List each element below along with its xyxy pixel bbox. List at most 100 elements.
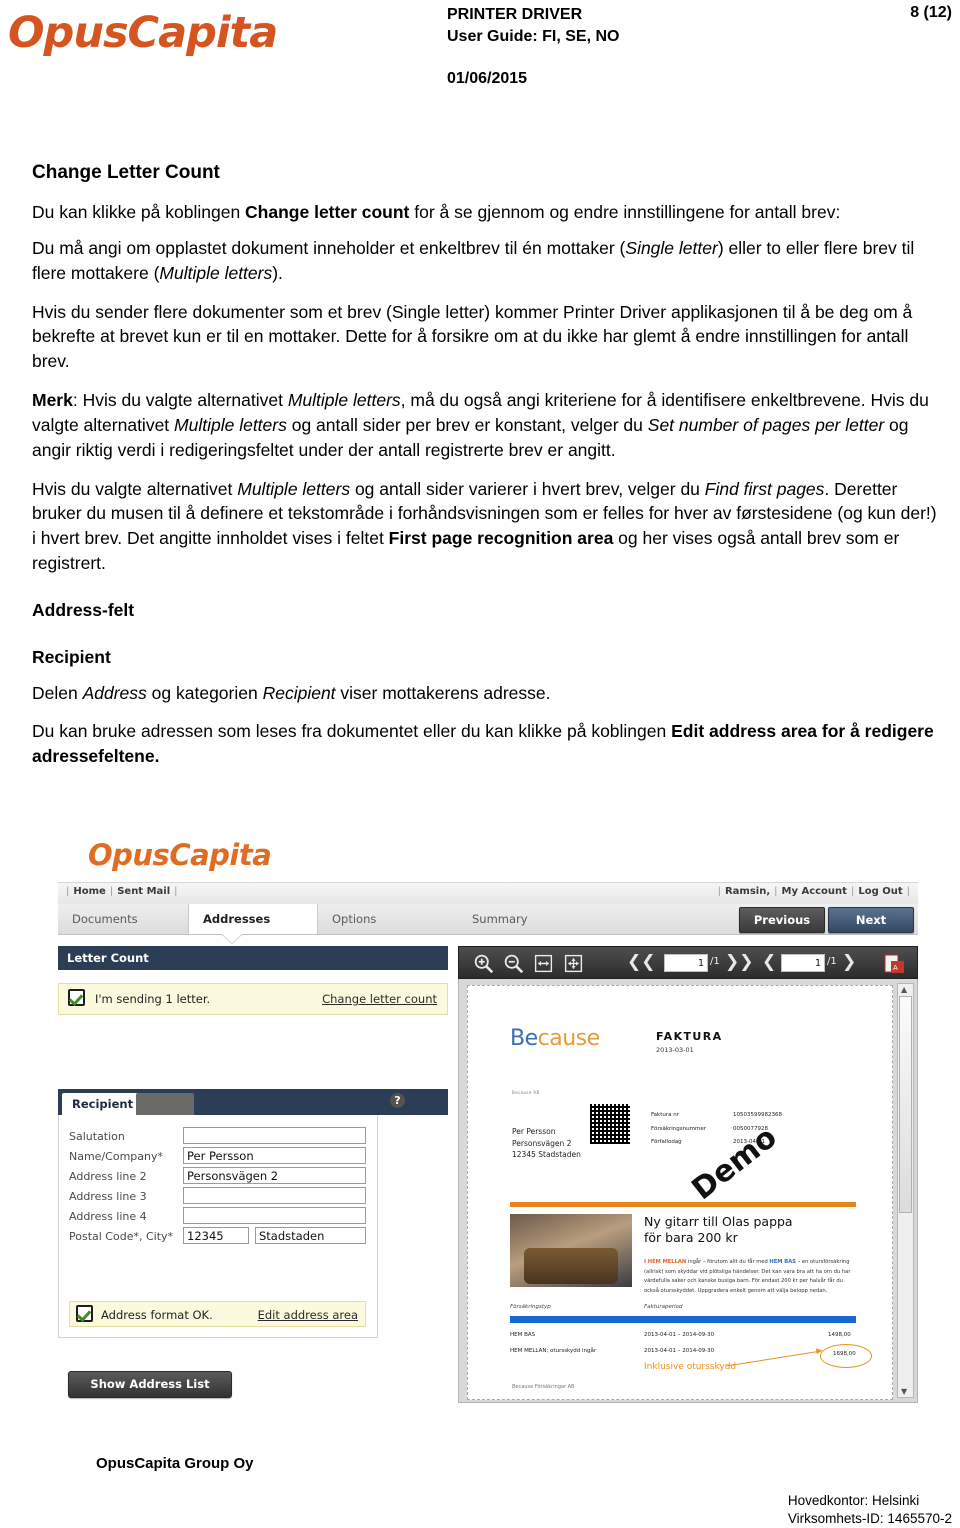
footer-contact-block: Hovedkontor: Helsinki Virksomhets-ID: 14… — [788, 1492, 952, 1528]
change-letter-count-link[interactable]: Change letter count — [322, 992, 437, 1006]
promo-photo — [510, 1214, 632, 1287]
p5-text-a: Hvis du valgte alternativet — [32, 478, 238, 499]
p6-text-c: og kategorien — [146, 682, 263, 703]
invoice-recipient-address: Per Persson Personsvägen 2 12345 Stadsta… — [512, 1126, 581, 1161]
show-address-list-button[interactable]: Show Address List — [68, 1371, 232, 1398]
preview-scrollbar[interactable]: ▲ ▼ — [897, 983, 914, 1398]
document-title: PRINTER DRIVER User Guide: FI, SE, NO — [447, 4, 619, 47]
form-row-name-company: Name/Company* Per Persson — [59, 1147, 377, 1166]
promo-highlight-hem-bas: HEM BAS — [769, 1259, 796, 1265]
invoice-footer-text: Because Försäkringar AB — [512, 1384, 575, 1390]
p6-italic-recipient: Recipient — [262, 682, 336, 703]
nav-sep: | — [717, 886, 721, 897]
letter-page-input[interactable]: 1 — [664, 954, 708, 972]
invoice-table-rule — [510, 1316, 856, 1323]
fit-width-icon[interactable] — [533, 953, 554, 974]
page-header: OpusCapita PRINTER DRIVER User Guide: FI… — [0, 0, 960, 140]
p7-text-a: Du kan bruke adressen som leses fra doku… — [32, 721, 672, 742]
p1-bold-link: Change letter count — [245, 201, 410, 222]
address-line-2-input[interactable]: Personsvägen 2 — [183, 1167, 366, 1184]
nav-log-out-link[interactable]: Log Out — [858, 886, 902, 897]
p1-text-a: Du kan klikke på koblingen — [32, 201, 246, 222]
paragraph-confirm: Hvis du sender flere dokumenter som et b… — [32, 301, 913, 372]
meta-key-forfallodag: Förfallodag — [651, 1139, 682, 1146]
p4-text-e: og antall sider per brev er konstant, ve… — [286, 414, 648, 435]
p2-italic-single: Single letter — [625, 237, 718, 258]
paragraph-find-first-pages: Hvis du valgte alternativet Multiple let… — [32, 477, 938, 576]
nav-my-account-link[interactable]: My Account — [782, 886, 847, 897]
edit-address-area-link[interactable]: Edit address area — [258, 1308, 358, 1322]
promo-headline: Ny gitarr till Olas pappa för bara 200 k… — [644, 1214, 793, 1245]
form-row-postal-city: Postal Code*, City* 12345 Stadstaden — [59, 1227, 377, 1246]
nav-sent-mail-link[interactable]: Sent Mail — [117, 886, 170, 897]
invoice-row2-period: 2013-04-01 – 2014-09-30 — [644, 1348, 715, 1354]
promo-body-a: ingår – förutom allt du får med — [686, 1259, 770, 1265]
tab-addresses[interactable]: Addresses — [188, 904, 318, 934]
address-line-3-input[interactable] — [183, 1187, 366, 1204]
previous-page-icon[interactable]: ❮ — [762, 954, 776, 971]
section-heading-change-letter-count: Change Letter Count — [32, 162, 220, 183]
footer-company-name: OpusCapita Group Oy — [96, 1455, 254, 1472]
zoom-out-icon[interactable] — [503, 953, 524, 974]
form-row-salutation: Salutation — [59, 1127, 377, 1146]
invoice-address-line-3: 12345 Stadstaden — [512, 1150, 581, 1160]
nav-sep: | — [774, 886, 778, 897]
name-company-input[interactable]: Per Persson — [183, 1147, 366, 1164]
pdf-export-icon[interactable]: A — [883, 952, 907, 976]
p6-text-e: viser mottakerens adresse. — [335, 682, 551, 703]
scroll-up-icon[interactable]: ▲ — [901, 985, 907, 994]
postal-code-input[interactable]: 12345 — [183, 1227, 249, 1244]
first-letter-icon[interactable]: ❮❮ — [627, 954, 656, 971]
address-format-status-text: Address format OK. — [101, 1308, 213, 1322]
nav-sep: | — [850, 886, 855, 897]
tab-secondary-blank[interactable] — [136, 1093, 194, 1115]
form-row-address-line-4: Address line 4 — [59, 1207, 377, 1226]
form-row-address-line-2: Address line 2 Personsvägen 2 — [59, 1167, 377, 1186]
table-row: Faktura nr 10503599982368 — [650, 1110, 783, 1122]
meta-key-forsakringsnummer: Försäkringsnummer — [651, 1125, 706, 1132]
footer-headquarters: Hovedkontor: Helsinki — [787, 1493, 920, 1508]
help-icon[interactable]: ? — [390, 1093, 405, 1108]
last-letter-icon[interactable]: ❯❯ — [725, 954, 754, 971]
embedded-app-screenshot: OpusCapita | Home | Sent Mail | | Ramsin, | My … — [58, 838, 918, 1403]
promo-headline-line2: för bara 200 kr — [644, 1229, 738, 1245]
address-line-4-input[interactable] — [183, 1207, 366, 1224]
label-salutation: Salutation — [69, 1130, 125, 1143]
p2-text-e: ). — [272, 262, 283, 283]
nav-home-link[interactable]: Home — [73, 886, 105, 897]
meta-key-faktura-nr: Faktura nr — [651, 1112, 679, 1118]
doc-page-input[interactable]: 1 — [781, 954, 825, 972]
invoice-row2-type: HEM MELLAN; otursskydd ingår — [510, 1348, 597, 1354]
nav-user-name[interactable]: Ramsin, — [725, 886, 770, 897]
p4-italic-set-pages: Set number of pages per letter — [647, 414, 885, 435]
paragraph-merk-note: Merk: Hvis du valgte alternativet Multip… — [32, 388, 938, 463]
tab-options[interactable]: Options — [318, 904, 390, 934]
page-number: 8 (12) — [910, 4, 952, 21]
paragraph-edit-address-area: Du kan bruke adressen som leses fra doku… — [32, 719, 938, 769]
orange-divider — [510, 1202, 856, 1207]
scrollbar-thumb[interactable] — [899, 996, 912, 1213]
wizard-tab-bar: Documents Addresses Options Summary Prev… — [58, 904, 918, 935]
tab-summary[interactable]: Summary — [458, 904, 542, 934]
nav-sep: | — [174, 886, 178, 897]
section-heading-recipient: Recipient — [32, 646, 111, 667]
zoom-in-icon[interactable] — [473, 953, 494, 974]
salutation-input[interactable] — [183, 1127, 366, 1144]
promo-body-copy: I HEM MELLAN ingår – förutom allt du får… — [644, 1258, 856, 1297]
fit-page-icon[interactable] — [563, 953, 584, 974]
next-page-icon[interactable]: ❯ — [842, 954, 856, 971]
invoice-col-header-period: Fakturaperiod — [644, 1304, 683, 1310]
scroll-down-icon[interactable]: ▼ — [901, 1387, 907, 1396]
letter-count-status-text: I'm sending 1 letter. — [95, 992, 211, 1006]
city-input[interactable]: Stadstaden — [255, 1227, 366, 1244]
tab-documents[interactable]: Documents — [58, 904, 152, 934]
merk-label: Merk — [32, 390, 73, 411]
invoice-row1-amount: 1498,00 — [828, 1332, 851, 1338]
app-opuscapita-logo: OpusCapita — [88, 838, 272, 872]
next-button[interactable]: Next — [828, 907, 914, 933]
promo-headline-line1: Ny gitarr till Olas pappa — [644, 1214, 793, 1229]
recipient-form-rows: Salutation Name/Company* Per Persson Add… — [59, 1115, 377, 1246]
tab-recipient[interactable]: Recipient — [62, 1093, 144, 1115]
label-name-company: Name/Company* — [69, 1150, 163, 1163]
previous-button[interactable]: Previous — [739, 907, 825, 933]
